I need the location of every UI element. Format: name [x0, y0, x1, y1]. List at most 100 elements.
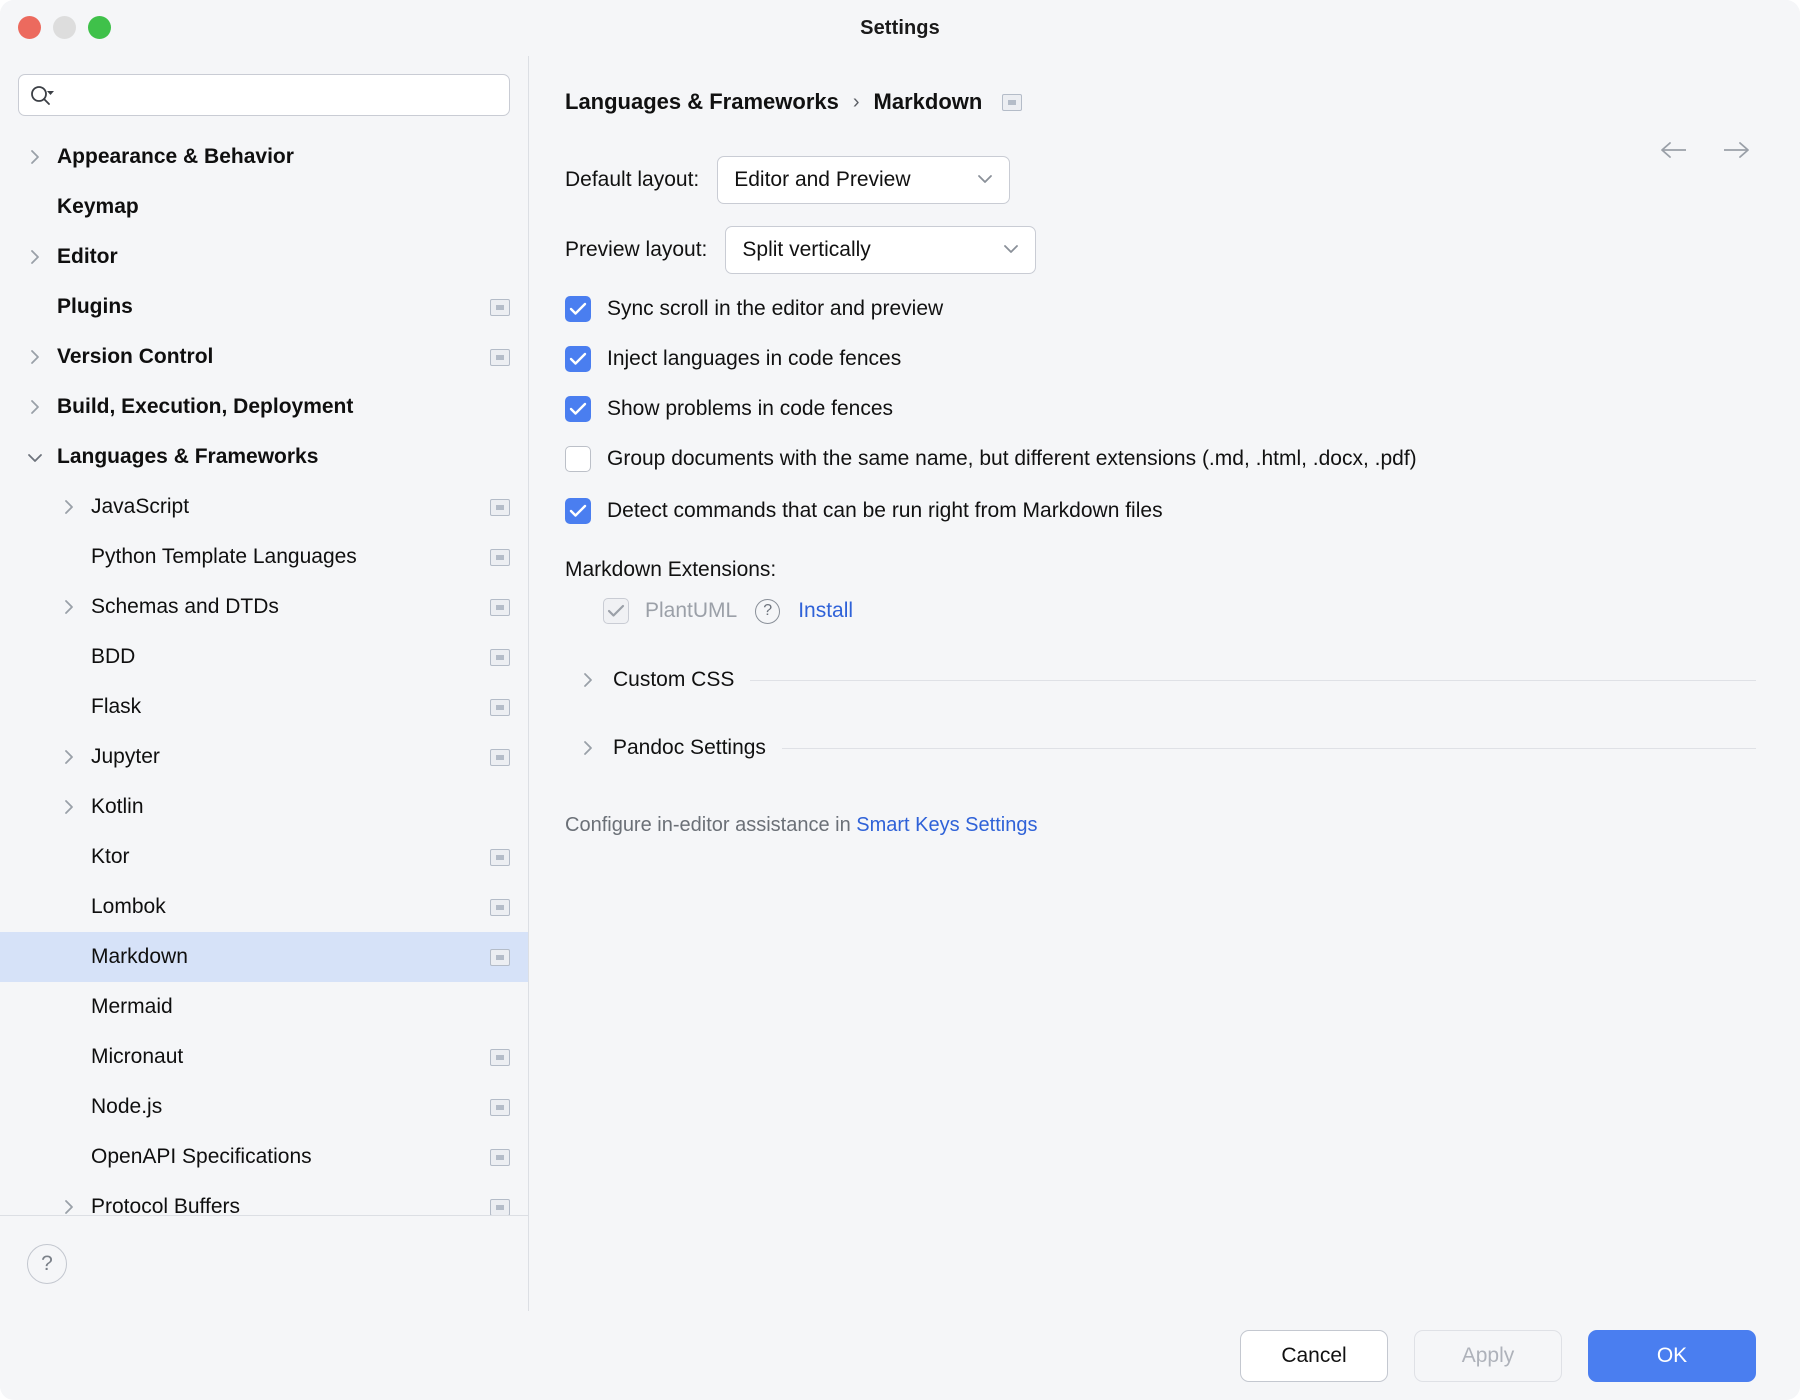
- plugin-badge-icon: [1002, 93, 1023, 111]
- chevron-right-icon[interactable]: [56, 732, 82, 782]
- checkbox-checked-icon[interactable]: [565, 396, 591, 422]
- checkbox-row[interactable]: Inject languages in code fences: [565, 346, 1800, 372]
- sidebar-item-keymap[interactable]: Keymap: [0, 182, 528, 232]
- checkbox-row[interactable]: Show problems in code fences: [565, 396, 1800, 422]
- ok-button[interactable]: OK: [1588, 1329, 1756, 1382]
- extension-label: PlantUML: [645, 599, 738, 622]
- sidebar-item-label: Mermaid: [91, 995, 173, 1018]
- sidebar-item-label: OpenAPI Specifications: [91, 1145, 312, 1168]
- chevron-right-icon[interactable]: [575, 738, 601, 758]
- checkbox-unchecked-icon[interactable]: [565, 446, 591, 472]
- field-label: Default layout:: [565, 168, 700, 191]
- checkbox-checked-icon[interactable]: [565, 498, 591, 524]
- sidebar-item-label: Keymap: [57, 195, 139, 218]
- install-link[interactable]: Install: [798, 599, 853, 623]
- chevron-right-icon[interactable]: [22, 232, 48, 282]
- checkbox-label: Detect commands that can be run right fr…: [607, 499, 1163, 522]
- sidebar-item-node-js[interactable]: Node.js: [0, 1082, 528, 1132]
- sidebar-item-languages-frameworks[interactable]: Languages & Frameworks: [0, 432, 528, 482]
- smart-keys-footnote: Configure in-editor assistance in Smart …: [565, 814, 1800, 837]
- extensions-list: PlantUML? Install: [565, 598, 1800, 624]
- help-button[interactable]: ?: [27, 1243, 67, 1284]
- sidebar-item-micronaut[interactable]: Micronaut: [0, 1032, 528, 1082]
- chevron-down-icon[interactable]: [22, 432, 48, 482]
- sidebar-item-schemas-and-dtds[interactable]: Schemas and DTDs: [0, 582, 528, 632]
- sidebar-item-bdd[interactable]: BDD: [0, 632, 528, 682]
- dialog-button-bar: Cancel Apply OK: [0, 1311, 1800, 1400]
- sidebar-item-openapi-specifications[interactable]: OpenAPI Specifications: [0, 1132, 528, 1182]
- search-input[interactable]: [61, 85, 499, 105]
- smart-keys-settings-link[interactable]: Smart Keys Settings: [856, 814, 1037, 836]
- sidebar-item-jupyter[interactable]: Jupyter: [0, 732, 528, 782]
- arrow-left-icon[interactable]: [1658, 138, 1690, 167]
- settings-main-panel: Languages & Frameworks › Markdown Defaul…: [529, 56, 1800, 1311]
- chevron-right-icon[interactable]: [22, 382, 48, 432]
- plugin-badge-icon: [490, 948, 510, 966]
- search-icon: [29, 84, 55, 106]
- checkbox-row[interactable]: Sync scroll in the editor and preview: [565, 296, 1800, 322]
- checkbox-row[interactable]: Group documents with the same name, but …: [565, 446, 1800, 472]
- sidebar-item-mermaid[interactable]: Mermaid: [0, 982, 528, 1032]
- close-button[interactable]: [18, 16, 41, 39]
- chevron-right-icon[interactable]: [56, 1182, 82, 1215]
- checkbox-checked-icon[interactable]: [565, 296, 591, 322]
- checkbox-checked-icon[interactable]: [565, 346, 591, 372]
- sidebar-item-appearance-behavior[interactable]: Appearance & Behavior: [0, 132, 528, 182]
- sidebar-item-protocol-buffers[interactable]: Protocol Buffers: [0, 1182, 528, 1215]
- sidebar-item-javascript[interactable]: JavaScript: [0, 482, 528, 532]
- zoom-button[interactable]: [88, 16, 111, 39]
- field-row: Preview layout: Split vertically: [565, 226, 1800, 274]
- plugin-badge-icon: [490, 548, 510, 566]
- sidebar-item-kotlin[interactable]: Kotlin: [0, 782, 528, 832]
- chevron-right-icon[interactable]: [56, 482, 82, 532]
- chevron-right-icon[interactable]: [22, 132, 48, 182]
- default-layout-dropdown[interactable]: Editor and Preview: [717, 156, 1011, 204]
- sidebar-item-build-execution-deployment[interactable]: Build, Execution, Deployment: [0, 382, 528, 432]
- sidebar-item-label: Editor: [57, 245, 118, 268]
- chevron-right-icon[interactable]: [56, 782, 82, 832]
- chevron-right-icon[interactable]: [575, 670, 601, 690]
- sidebar-item-version-control[interactable]: Version Control: [0, 332, 528, 382]
- sidebar-item-editor[interactable]: Editor: [0, 232, 528, 282]
- checkbox-row[interactable]: Detect commands that can be run right fr…: [565, 498, 1800, 524]
- sidebar-item-markdown[interactable]: Markdown: [0, 932, 528, 982]
- sidebar-item-label: BDD: [91, 645, 136, 668]
- collapsible-section-label: Custom CSS: [613, 668, 735, 691]
- breadcrumb-parent[interactable]: Languages & Frameworks: [565, 89, 839, 115]
- help-question-icon[interactable]: ?: [755, 598, 781, 624]
- sidebar-item-ktor[interactable]: Ktor: [0, 832, 528, 882]
- sidebar-item-python-template-languages[interactable]: Python Template Languages: [0, 532, 528, 582]
- plugin-badge-icon: [490, 598, 510, 616]
- minimize-button[interactable]: [53, 16, 76, 39]
- sidebar-item-plugins[interactable]: Plugins: [0, 282, 528, 332]
- window-title: Settings: [860, 16, 940, 39]
- collapsible-section-header[interactable]: Custom CSS: [565, 668, 1800, 692]
- extension-row: PlantUML? Install: [603, 598, 1800, 624]
- checkbox-label: Group documents with the same name, but …: [607, 447, 1417, 470]
- breadcrumb-separator: ›: [852, 90, 860, 113]
- sidebar-item-flask[interactable]: Flask: [0, 682, 528, 732]
- sidebar-item-lombok[interactable]: Lombok: [0, 882, 528, 932]
- arrow-right-icon[interactable]: [1720, 138, 1752, 167]
- sidebar-item-label: Ktor: [91, 845, 130, 868]
- layout-fields: Default layout: Editor and Preview Preview…: [565, 156, 1800, 274]
- chevron-right-icon[interactable]: [56, 582, 82, 632]
- search-box[interactable]: [18, 74, 510, 116]
- collapsible-section-header[interactable]: Pandoc Settings: [565, 736, 1800, 760]
- chevron-right-icon[interactable]: [22, 332, 48, 382]
- settings-content: Default layout: Editor and Preview Preview…: [529, 122, 1800, 837]
- preview-layout-dropdown[interactable]: Split vertically: [725, 226, 1037, 274]
- section-divider: [750, 679, 1756, 681]
- cancel-button[interactable]: Cancel: [1240, 1329, 1388, 1382]
- sidebar-item-label: Lombok: [91, 895, 166, 918]
- checkbox-label: Sync scroll in the editor and preview: [607, 297, 944, 320]
- title-bar: Settings: [0, 0, 1800, 56]
